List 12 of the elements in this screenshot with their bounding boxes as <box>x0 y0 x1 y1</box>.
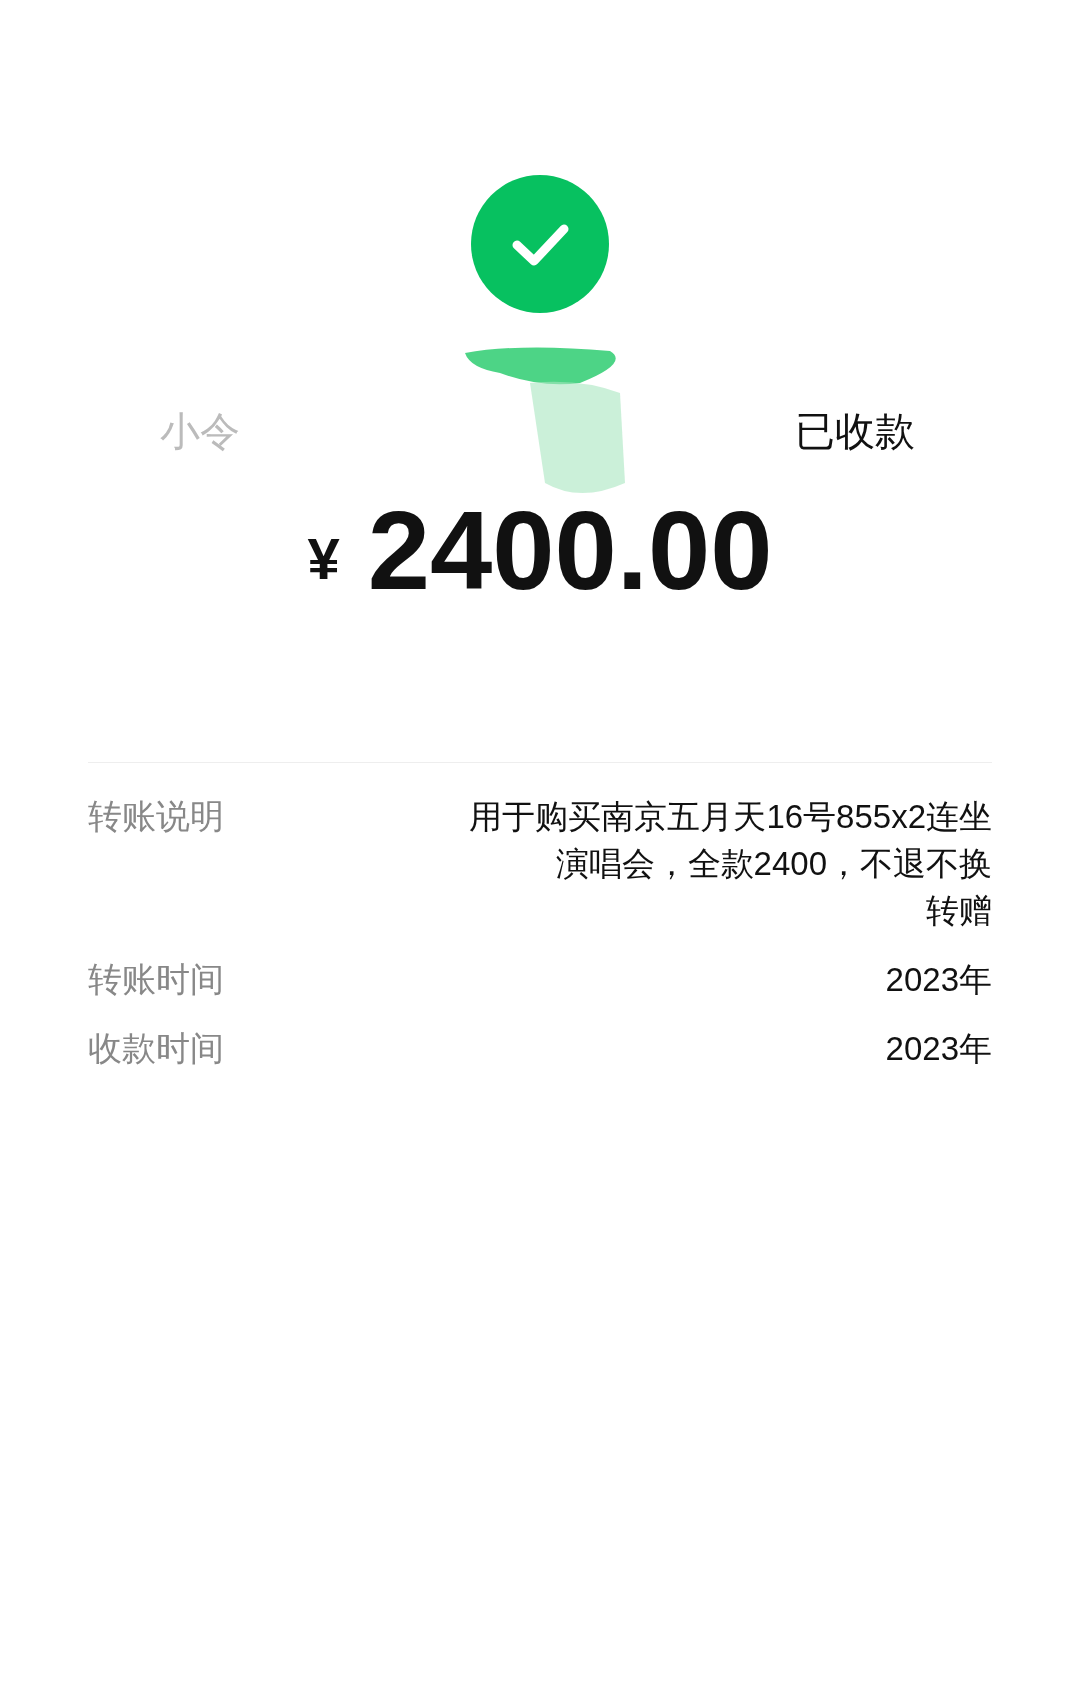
detail-label: 转账时间 <box>88 959 224 1000</box>
recipient-name: 小令 <box>160 408 240 455</box>
detail-value: 用于购买南京五月天16号855x2连坐 <box>469 797 992 837</box>
detail-label: 收款时间 <box>88 1028 224 1069</box>
currency-symbol: ¥ <box>307 525 340 593</box>
detail-label: 转账说明 <box>88 796 224 837</box>
amount: 2400.00 <box>367 495 773 607</box>
status-text: 已收款 <box>795 408 915 455</box>
detail-value: 演唱会，全款2400，不退不换 <box>555 844 992 884</box>
detail-value: 转赠 <box>926 891 992 931</box>
detail-value: 2023年 <box>885 960 992 1000</box>
detail-value: 2023年 <box>885 1029 992 1069</box>
